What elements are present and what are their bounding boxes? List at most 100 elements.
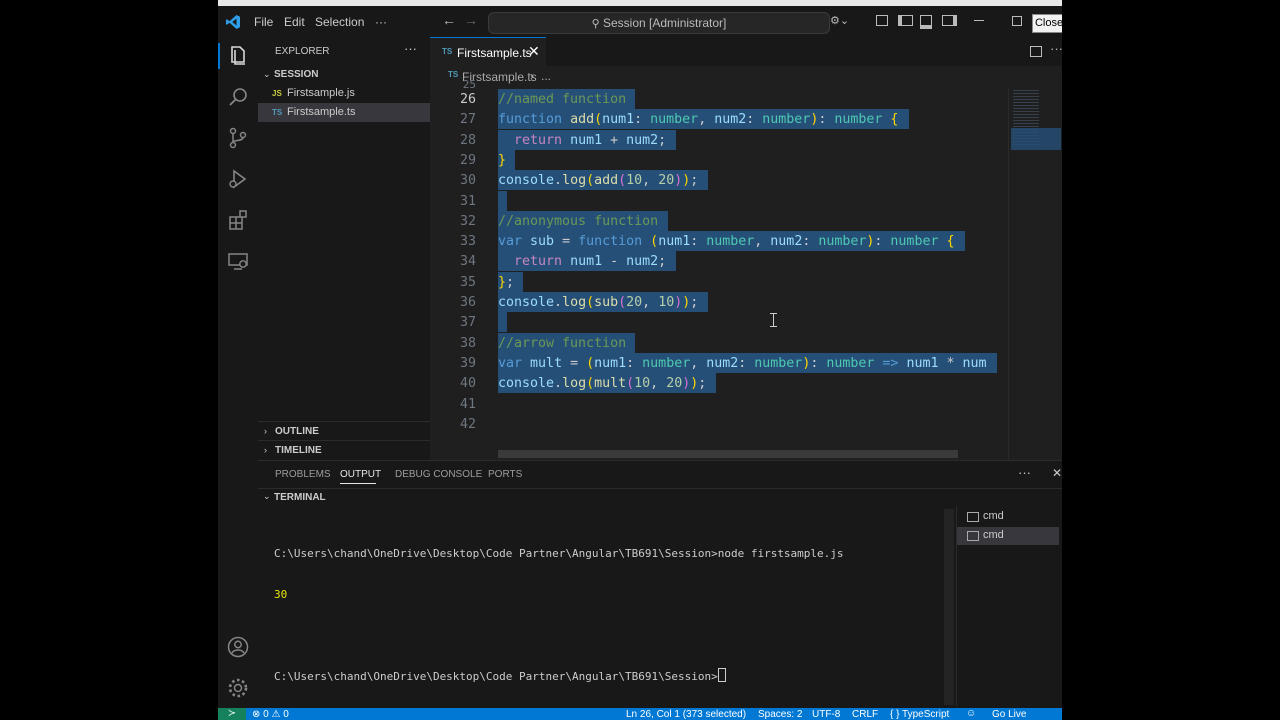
- split-editor-icon[interactable]: [1030, 46, 1042, 57]
- toggle-primary-sidebar-icon[interactable]: [876, 15, 888, 26]
- customize-layout-icon[interactable]: [942, 15, 957, 26]
- terminal-icon: [967, 531, 979, 541]
- code-line: //anonymous function: [498, 213, 659, 229]
- line-number: 26: [459, 92, 476, 107]
- language-mode[interactable]: { } TypeScript: [890, 709, 949, 720]
- source-control-icon[interactable]: [226, 126, 250, 150]
- minimize-icon[interactable]: [974, 20, 984, 21]
- code-line: var mult = (num1: number, num2: number):…: [498, 355, 987, 371]
- chevron-down-icon: ⌄: [263, 69, 271, 79]
- vscode-window: File Edit Selection ··· ← → ⚲ Session [A…: [218, 0, 1062, 720]
- breadcrumb-more[interactable]: ...: [541, 69, 551, 83]
- line-number: 29: [459, 152, 476, 168]
- explorer-icon[interactable]: [226, 44, 250, 68]
- folder-name: SESSION: [274, 69, 319, 80]
- line-number: 37: [459, 315, 476, 331]
- close-button[interactable]: Close: [1032, 14, 1062, 33]
- encoding[interactable]: UTF-8: [812, 709, 840, 720]
- file-item-js[interactable]: JS Firstsample.js: [258, 84, 430, 103]
- file-item-ts[interactable]: TS Firstsample.ts: [258, 103, 430, 122]
- extensions-icon[interactable]: [226, 208, 250, 232]
- line-number: 34: [459, 254, 476, 270]
- command-center-label: Session [Administrator]: [603, 16, 727, 30]
- timeline-section[interactable]: › TIMELINE: [258, 440, 430, 460]
- forward-arrow-icon[interactable]: →: [464, 12, 478, 28]
- outline-section[interactable]: › OUTLINE: [258, 421, 430, 441]
- file-name: Firstsample.js: [287, 87, 355, 99]
- tab-firstsample-ts[interactable]: TS Firstsample.ts ✕: [430, 37, 546, 67]
- line-number: 30: [459, 173, 476, 189]
- back-arrow-icon[interactable]: ←: [442, 12, 456, 28]
- chevron-right-icon: ›: [530, 69, 534, 83]
- code-line: return num1 + num2;: [514, 132, 667, 148]
- command-center[interactable]: ⚲ Session [Administrator]: [488, 12, 830, 34]
- terminal-scrollbar[interactable]: [944, 509, 954, 705]
- problems-status[interactable]: ⊗ 0 ⚠ 0: [252, 709, 289, 720]
- terminal-cursor: [717, 668, 726, 682]
- explorer-sidebar: EXPLORER ··· ⌄ SESSION JS Firstsample.js…: [258, 37, 430, 460]
- tab-ports[interactable]: PORTS: [488, 469, 522, 480]
- maximize-icon[interactable]: [1012, 16, 1022, 26]
- run-debug-icon[interactable]: [226, 167, 250, 191]
- code-line: console.log(sub(20, 10));: [498, 295, 699, 310]
- explorer-more-icon[interactable]: ···: [404, 41, 417, 56]
- terminal-list-item[interactable]: cmd: [957, 508, 1059, 526]
- editor-more-icon[interactable]: ···: [1050, 41, 1062, 56]
- toggle-panel-icon[interactable]: [898, 15, 913, 26]
- menu-file[interactable]: File: [254, 15, 273, 29]
- close-panel-icon[interactable]: ✕: [1052, 466, 1062, 480]
- selection-highlight: [498, 312, 507, 333]
- code-line: }: [498, 152, 507, 168]
- toggle-secondary-sidebar-icon[interactable]: [920, 15, 932, 29]
- line-number: 42: [459, 416, 476, 432]
- remote-explorer-icon[interactable]: [226, 249, 250, 273]
- status-bar: ≻ ⊗ 0 ⚠ 0 Ln 26, Col 1 (373 selected) Sp…: [218, 708, 1062, 720]
- folder-session[interactable]: ⌄ SESSION: [258, 65, 430, 84]
- menu-more[interactable]: ···: [375, 15, 387, 29]
- line-number: 39: [459, 355, 476, 371]
- copilot-status-icon[interactable]: ☺: [966, 708, 976, 719]
- settings-gear-icon[interactable]: [226, 676, 250, 700]
- cursor-position[interactable]: Ln 26, Col 1 (373 selected): [626, 709, 746, 720]
- code-area[interactable]: 25 26 //named function 27 function add(num1…: [430, 78, 1008, 460]
- terminal-list-item[interactable]: cmd: [957, 527, 1059, 545]
- tab-label: Firstsample.ts: [457, 46, 532, 60]
- terminal-list: cmd cmd: [956, 506, 1059, 706]
- tab-debug-console[interactable]: DEBUG CONSOLE: [395, 469, 482, 480]
- panel-more-icon[interactable]: ···: [1018, 465, 1031, 480]
- code-line: };: [498, 274, 515, 290]
- line-number: 32: [459, 213, 476, 229]
- copilot-icon[interactable]: ⚙⌄: [830, 14, 849, 27]
- vscode-logo-icon: [226, 15, 240, 29]
- typescript-file-icon: TS: [272, 108, 283, 117]
- code-line: console.log(mult(10, 20));: [498, 376, 707, 392]
- line-number: 27: [459, 112, 476, 128]
- remote-indicator-icon[interactable]: ≻: [218, 708, 246, 720]
- horizontal-scrollbar[interactable]: [498, 450, 958, 458]
- accounts-icon[interactable]: [226, 635, 250, 659]
- tab-problems[interactable]: PROBLEMS: [275, 469, 331, 480]
- indentation[interactable]: Spaces: 2: [758, 709, 802, 720]
- line-number: 28: [459, 132, 476, 148]
- text-cursor-cap-top: [770, 313, 777, 314]
- activity-bar: [218, 37, 259, 708]
- search-icon[interactable]: [226, 85, 250, 109]
- breadcrumb: TS Firstsample.ts › ...: [430, 66, 1062, 88]
- terminal-header[interactable]: ⌄ TERMINAL: [258, 488, 1062, 507]
- line-number: 38: [459, 335, 476, 351]
- terminal-output[interactable]: C:\Users\chand\OneDrive\Desktop\Code Par…: [274, 521, 844, 709]
- terminal-prompt-row: C:\Users\chand\OneDrive\Desktop\Code Par…: [274, 668, 844, 683]
- tab-output[interactable]: OUTPUT: [340, 469, 381, 480]
- close-icon[interactable]: ✕: [528, 43, 540, 60]
- menu-edit[interactable]: Edit: [284, 15, 305, 29]
- file-name: Firstsample.ts: [287, 106, 356, 118]
- explorer-active-indicator: [218, 43, 220, 69]
- title-bar: File Edit Selection ··· ← → ⚲ Session [A…: [218, 6, 1062, 37]
- code-line: //named function: [498, 92, 627, 107]
- end-of-line[interactable]: CRLF: [852, 709, 878, 720]
- terminal-name: cmd: [983, 529, 1004, 541]
- go-live-button[interactable]: Go Live: [992, 709, 1026, 720]
- menu-selection[interactable]: Selection: [315, 15, 364, 29]
- minimap[interactable]: [1008, 88, 1062, 460]
- timeline-label: TIMELINE: [275, 445, 322, 456]
